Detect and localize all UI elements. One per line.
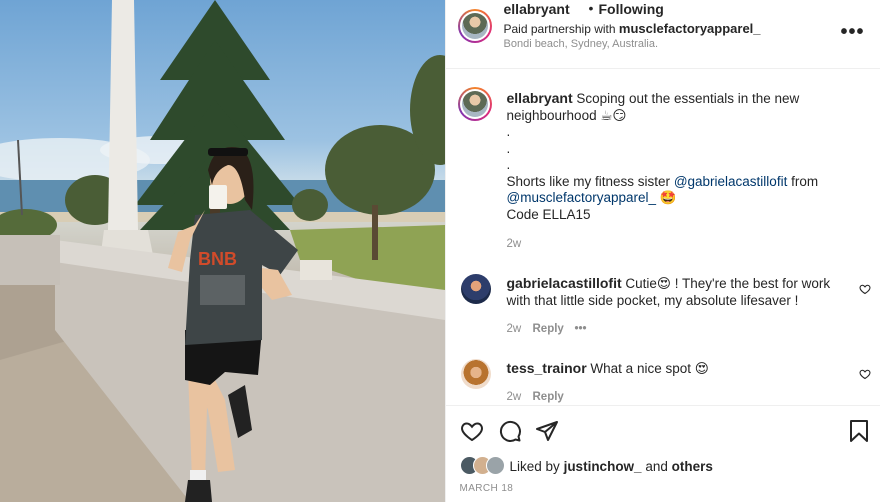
caption-text: Code ELLA15	[507, 207, 859, 224]
post-caption: ellabryant Scoping out the essentials in…	[507, 90, 859, 223]
post-photo[interactable]: BNB	[0, 0, 445, 502]
post-side-panel: ellabryant • Following Paid partnership …	[445, 0, 880, 502]
liker-username[interactable]: justinchow_	[564, 459, 642, 474]
comment-icon[interactable]	[498, 419, 522, 443]
author-avatar[interactable]	[458, 9, 492, 43]
caption-avatar[interactable]	[458, 87, 492, 121]
comment-timestamp[interactable]: 2w	[507, 323, 522, 335]
post-header: ellabryant • Following Paid partnership …	[446, 0, 880, 69]
caption-username[interactable]: ellabryant	[507, 90, 573, 106]
bookmark-icon[interactable]	[848, 419, 870, 443]
liker-avatar[interactable]	[486, 456, 505, 475]
photo-illustration: BNB	[0, 0, 445, 502]
caption-dot: .	[507, 124, 859, 141]
location-link[interactable]: Bondi beach, Sydney, Australia.	[504, 38, 659, 50]
caption-timestamp[interactable]: 2w	[507, 238, 522, 250]
comment-like-heart-icon[interactable]	[859, 368, 871, 380]
caption-text: Shorts like my fitness sister	[507, 174, 671, 189]
reply-button[interactable]: Reply	[533, 391, 564, 403]
separator-dot: •	[589, 0, 594, 16]
svg-text:BNB: BNB	[198, 249, 237, 269]
comment-like-heart-icon[interactable]	[859, 283, 871, 295]
caption-dot: .	[507, 157, 859, 174]
comment-username[interactable]: gabrielacastillofit	[507, 275, 622, 291]
comment-timestamp[interactable]: 2w	[507, 391, 522, 403]
partner-link[interactable]: musclefactoryapparel_	[619, 21, 761, 36]
commenter-avatar[interactable]	[461, 274, 491, 304]
emoji: 🤩	[660, 190, 677, 205]
commenter-avatar[interactable]	[461, 359, 491, 389]
liked-by-text: Liked by justinchow_ and others	[510, 459, 713, 474]
paid-partnership-label: Paid partnership with musclefactoryappar…	[504, 21, 761, 36]
heart-icon[interactable]	[460, 419, 484, 443]
following-button[interactable]: Following	[599, 1, 664, 17]
likes-others-link[interactable]: others	[672, 459, 713, 474]
comment-more-icon[interactable]: •••	[575, 323, 587, 335]
author-username[interactable]: ellabryant	[504, 1, 570, 17]
mention-link[interactable]: @gabrielacastillofit	[674, 174, 788, 189]
comment-body: gabrielacastillofit Cutie😍 ! They're the…	[507, 275, 852, 309]
comment-username[interactable]: tess_trainor	[507, 360, 587, 376]
caption-dot: .	[507, 141, 859, 158]
action-bar: Liked by justinchow_ and others MARCH 18	[446, 405, 880, 503]
instagram-post: BNB ellabryant •	[0, 0, 880, 502]
more-options-icon[interactable]: •••	[840, 21, 864, 44]
mention-link[interactable]: @musclefactoryapparel_	[507, 190, 657, 205]
comment-body: tess_trainor What a nice spot 😍	[507, 360, 852, 377]
post-date[interactable]: MARCH 18	[460, 483, 514, 494]
comment-text: What a nice spot 😍	[590, 361, 708, 376]
reply-button[interactable]: Reply	[533, 323, 564, 335]
paper-plane-icon[interactable]	[535, 419, 559, 443]
caption-text: from	[791, 174, 818, 189]
